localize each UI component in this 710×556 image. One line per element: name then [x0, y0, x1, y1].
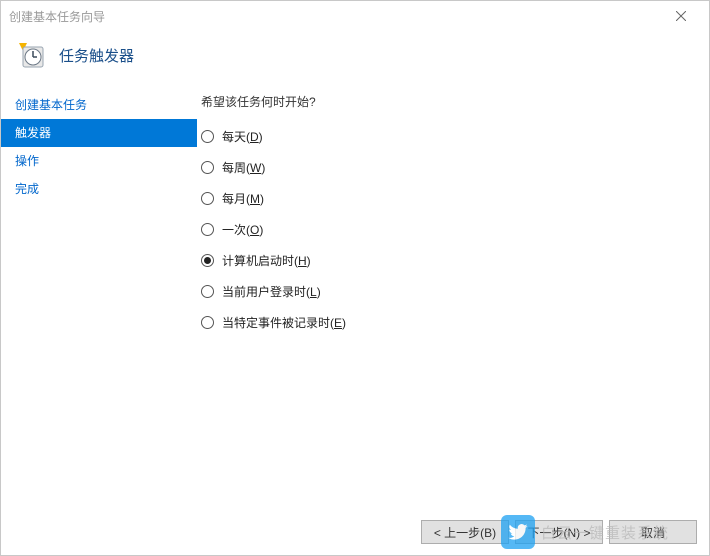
radio-indicator[interactable] — [201, 161, 214, 174]
radio-indicator[interactable] — [201, 254, 214, 267]
sidebar-item-label: 操作 — [15, 154, 39, 168]
body: 创建基本任务 触发器 操作 完成 希望该任务何时开始? 每天(D) 每周(W) 每月… — [1, 87, 709, 509]
next-button[interactable]: 下一步(N) > — [515, 520, 603, 544]
radio-label: 当特定事件被记录时(E) — [222, 314, 346, 331]
close-button[interactable] — [661, 2, 701, 30]
radio-indicator[interactable] — [201, 285, 214, 298]
sidebar-item-action[interactable]: 操作 — [1, 147, 197, 175]
sidebar-item-finish[interactable]: 完成 — [1, 175, 197, 203]
radio-option[interactable]: 每周(W) — [201, 159, 689, 176]
page-title: 任务触发器 — [59, 45, 134, 66]
wizard-window: 创建基本任务向导 任务触发器 创建基本任务 触发器 — [0, 0, 710, 556]
radio-option[interactable]: 每天(D) — [201, 128, 689, 145]
sidebar: 创建基本任务 触发器 操作 完成 — [1, 87, 197, 509]
content: 希望该任务何时开始? 每天(D) 每周(W) 每月(M) 一次(O) 计算机启动时(H)… — [197, 87, 709, 509]
radio-option[interactable]: 每月(M) — [201, 190, 689, 207]
radio-label: 当前用户登录时(L) — [222, 283, 321, 300]
cancel-button-label: 取消 — [641, 524, 665, 541]
sidebar-item-label: 创建基本任务 — [15, 98, 87, 112]
back-button[interactable]: < 上一步(B) — [421, 520, 509, 544]
cancel-button[interactable]: 取消 — [609, 520, 697, 544]
radio-option[interactable]: 计算机启动时(H) — [201, 252, 689, 269]
radio-label: 每月(M) — [222, 190, 264, 207]
trigger-options: 每天(D) 每周(W) 每月(M) 一次(O) 计算机启动时(H) 当前用户登录时(L) 当… — [201, 128, 689, 331]
back-button-label: < 上一步(B) — [434, 524, 496, 541]
radio-indicator[interactable] — [201, 223, 214, 236]
close-icon — [676, 11, 686, 21]
radio-option[interactable]: 当特定事件被记录时(E) — [201, 314, 689, 331]
radio-label: 一次(O) — [222, 221, 263, 238]
sidebar-item-trigger[interactable]: 触发器 — [1, 119, 197, 147]
radio-label: 计算机启动时(H) — [222, 252, 311, 269]
header: 任务触发器 — [1, 31, 709, 87]
window-title: 创建基本任务向导 — [9, 8, 105, 25]
footer: 白云一键重装系统 < 上一步(B) 下一步(N) > 取消 — [1, 509, 709, 555]
titlebar: 创建基本任务向导 — [1, 1, 709, 31]
sidebar-item-label: 完成 — [15, 182, 39, 196]
sidebar-item-create-task[interactable]: 创建基本任务 — [1, 91, 197, 119]
radio-indicator[interactable] — [201, 192, 214, 205]
radio-label: 每周(W) — [222, 159, 265, 176]
next-button-label: 下一步(N) > — [527, 524, 590, 541]
radio-option[interactable]: 一次(O) — [201, 221, 689, 238]
radio-label: 每天(D) — [222, 128, 263, 145]
sidebar-item-label: 触发器 — [15, 126, 51, 140]
radio-indicator[interactable] — [201, 130, 214, 143]
radio-option[interactable]: 当前用户登录时(L) — [201, 283, 689, 300]
trigger-prompt: 希望该任务何时开始? — [201, 93, 689, 110]
radio-indicator[interactable] — [201, 316, 214, 329]
task-scheduler-icon — [17, 41, 45, 69]
